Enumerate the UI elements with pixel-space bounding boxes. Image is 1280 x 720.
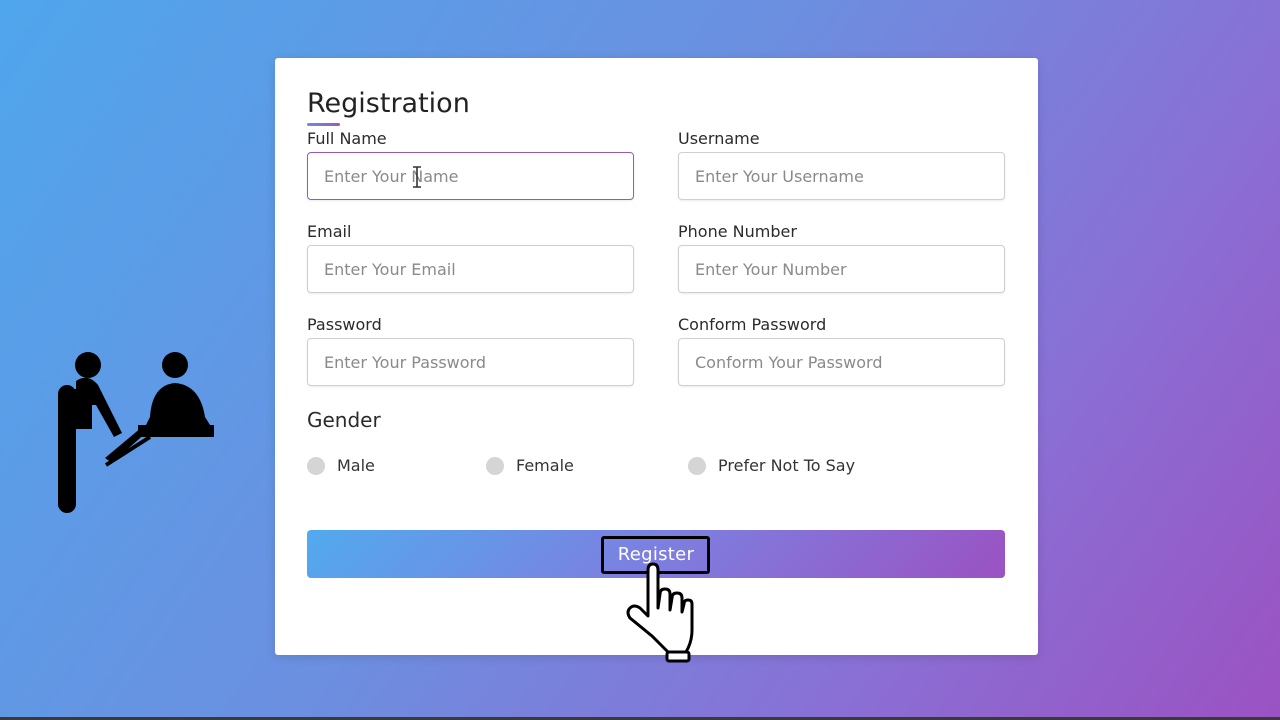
pointer-hand-icon (626, 562, 694, 663)
full-name-label: Full Name (307, 129, 387, 148)
radio-button[interactable] (688, 456, 706, 475)
password-field: Password (307, 314, 634, 386)
gender-option-female[interactable]: Female (486, 456, 574, 475)
radio-button[interactable] (307, 456, 325, 475)
gender-option-label: Female (516, 456, 574, 475)
phone-input[interactable] (678, 245, 1005, 293)
email-field: Email (307, 221, 634, 293)
title-underline (307, 123, 340, 126)
username-label: Username (678, 129, 760, 148)
customer-service-icon (58, 352, 214, 513)
text-cursor-icon (413, 166, 421, 188)
phone-field: Phone Number (678, 221, 1005, 293)
confirm-password-label: Conform Password (678, 315, 827, 334)
gender-option-label: Prefer Not To Say (718, 456, 856, 475)
full-name-input[interactable] (307, 152, 634, 200)
gender-option-label: Male (337, 456, 375, 475)
confirm-password-field: Conform Password (678, 314, 1005, 386)
password-label: Password (307, 315, 382, 334)
email-label: Email (307, 222, 352, 241)
gender-title: Gender (307, 408, 381, 432)
form-title: Registration (307, 88, 470, 119)
phone-label: Phone Number (678, 222, 797, 241)
password-input[interactable] (307, 338, 634, 386)
username-field: Username (678, 128, 1005, 200)
radio-button[interactable] (486, 456, 504, 475)
gender-option-male[interactable]: Male (307, 456, 375, 475)
confirm-password-input[interactable] (678, 338, 1005, 386)
email-input[interactable] (307, 245, 634, 293)
full-name-field: Full Name (307, 128, 634, 200)
username-input[interactable] (678, 152, 1005, 200)
gender-option-prefer-not[interactable]: Prefer Not To Say (688, 456, 855, 475)
